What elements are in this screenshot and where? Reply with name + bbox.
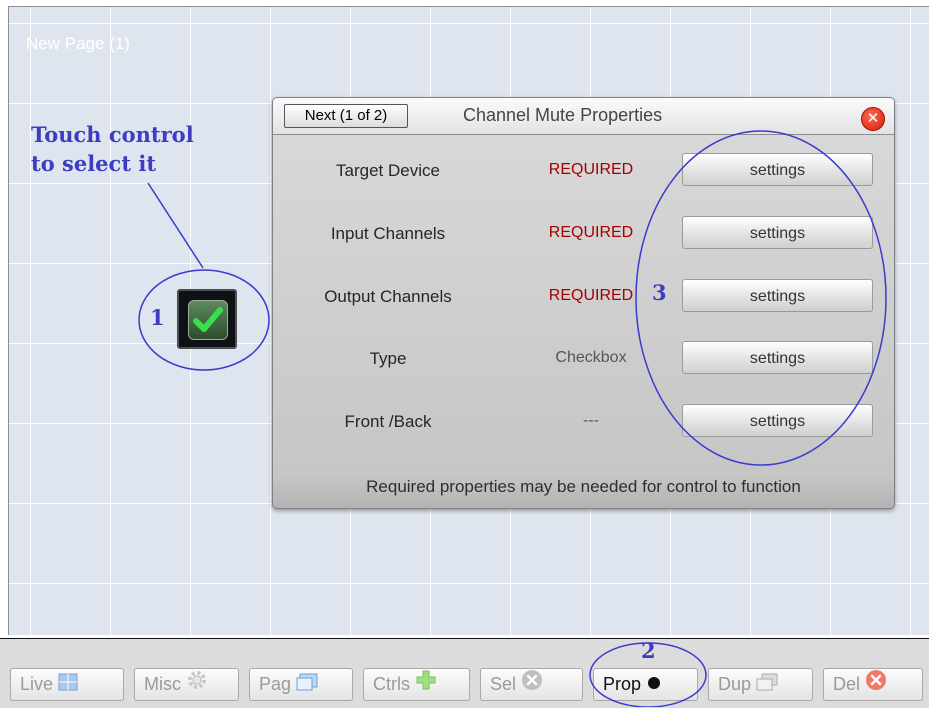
annotation-number-1: 1 xyxy=(150,305,165,330)
annotation-overlay xyxy=(138,130,887,707)
annotation-ellipse-3 xyxy=(635,130,887,466)
annotation-number-3: 3 xyxy=(652,280,667,305)
annotation-pointer-line xyxy=(147,182,204,269)
annotation-number-2: 2 xyxy=(641,638,656,663)
